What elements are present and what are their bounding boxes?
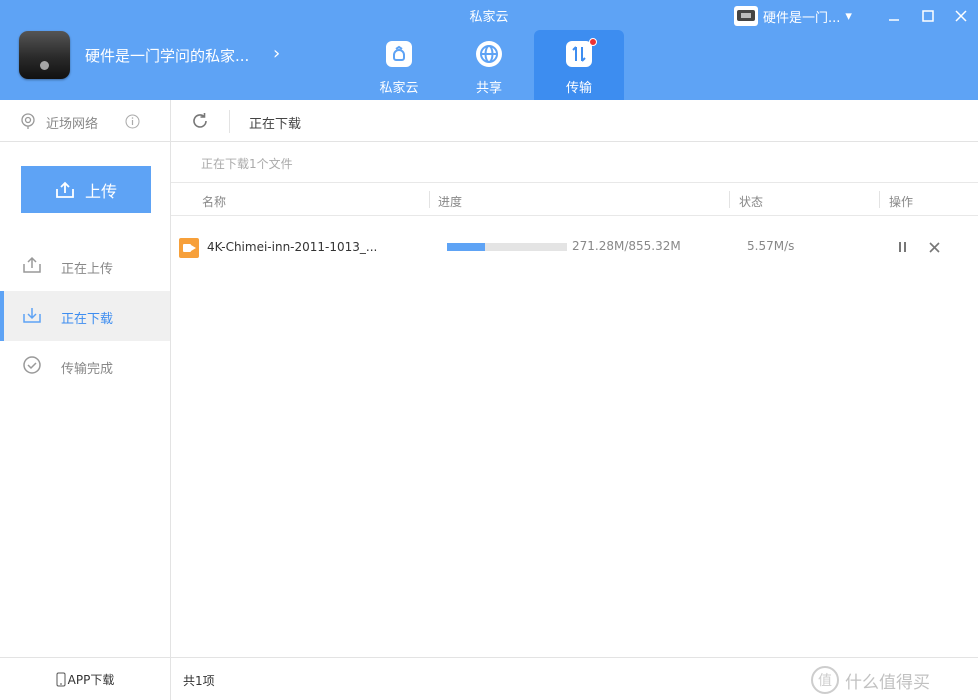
- upload-button-label: 上传: [84, 181, 117, 201]
- column-header-name[interactable]: 名称: [202, 193, 226, 210]
- column-header-status[interactable]: 状态: [739, 193, 763, 210]
- upload-button[interactable]: 上传: [21, 166, 151, 213]
- sidebar-item-label: 正在下载: [61, 312, 114, 327]
- chevron-right-icon[interactable]: ›: [273, 43, 280, 64]
- watermark-logo: 值: [811, 666, 839, 694]
- near-network-icon: [21, 113, 35, 129]
- user-name: 硬件是一门...: [763, 10, 841, 26]
- app-download-link[interactable]: APP下载: [0, 657, 170, 700]
- pause-icon: [899, 242, 906, 252]
- watermark-text: 什么值得买: [845, 672, 930, 693]
- refresh-icon[interactable]: [190, 111, 210, 131]
- tab-private-cloud[interactable]: 私家云: [354, 30, 444, 100]
- pause-button[interactable]: [894, 238, 912, 256]
- table-header: 名称 进度 状态 操作: [171, 182, 978, 216]
- title-bar: 私家云 硬件是一门学问的私家... › 私家云 共享 传输 硬件是一门... ▾: [0, 0, 978, 100]
- user-menu[interactable]: 硬件是一门... ▾: [734, 5, 852, 27]
- file-name: 4K-Chimei-inn-2011-1013_...: [207, 240, 378, 254]
- sidebar: 近场网络 上传 正在上传 正在下载 传输完成 APP下载: [0, 100, 171, 700]
- check-circle-icon: [23, 356, 41, 374]
- download-icon: [23, 308, 41, 323]
- divider: [229, 110, 230, 133]
- close-icon: [928, 241, 940, 253]
- download-summary: 正在下载1个文件: [201, 157, 293, 171]
- progress-bar: [447, 243, 567, 251]
- sidebar-item-label: 正在上传: [61, 262, 114, 277]
- minimize-icon: [889, 19, 899, 21]
- avatar: [734, 6, 758, 26]
- watermark: 值 什么值得买: [811, 663, 976, 697]
- item-count: 共1项: [183, 674, 215, 688]
- table-row[interactable]: 4K-Chimei-inn-2011-1013_... 271.28M/855.…: [171, 228, 978, 266]
- tab-transfer[interactable]: 传输: [534, 30, 624, 100]
- near-network[interactable]: 近场网络: [0, 100, 170, 142]
- cloud-home-icon: [386, 41, 412, 67]
- maximize-button[interactable]: [916, 6, 940, 26]
- minimize-button[interactable]: [882, 6, 906, 26]
- share-globe-icon: [476, 41, 502, 67]
- info-icon[interactable]: [125, 114, 140, 129]
- status-bar: 共1项 值 什么值得买: [171, 657, 978, 700]
- main-panel: 正在下载 正在下载1个文件 名称 进度 状态 操作 4K-Chimei-inn-…: [171, 100, 978, 700]
- upload-icon: [56, 181, 74, 198]
- column-header-progress[interactable]: 进度: [438, 193, 462, 210]
- app-download-label: APP下载: [67, 672, 115, 687]
- tab-label: 私家云: [379, 81, 419, 96]
- video-file-icon: [179, 238, 199, 258]
- maximize-icon: [922, 10, 934, 22]
- chevron-down-icon: ▾: [845, 8, 852, 24]
- toolbar: 正在下载: [171, 100, 978, 142]
- sidebar-item-downloading[interactable]: 正在下载: [0, 291, 170, 341]
- notification-badge: [589, 38, 597, 46]
- download-speed: 5.57M/s: [747, 239, 795, 253]
- device-thumbnail[interactable]: [19, 31, 70, 79]
- upload-icon: [23, 256, 41, 273]
- close-icon: [955, 10, 967, 22]
- progress-size: 271.28M/855.32M: [572, 239, 681, 253]
- column-header-actions: 操作: [889, 195, 914, 209]
- column-divider[interactable]: [729, 191, 730, 208]
- device-name[interactable]: 硬件是一门学问的私家...: [85, 45, 249, 66]
- column-divider[interactable]: [429, 191, 430, 208]
- tab-label: 共享: [475, 81, 502, 96]
- phone-icon: [56, 672, 66, 686]
- cancel-download-button[interactable]: [925, 238, 943, 256]
- tab-label: 传输: [565, 81, 592, 96]
- progress-fill: [447, 243, 486, 251]
- close-button[interactable]: [949, 6, 973, 26]
- near-network-label: 近场网络: [46, 117, 99, 132]
- tab-share[interactable]: 共享: [444, 30, 534, 100]
- sidebar-item-label: 传输完成: [61, 362, 114, 377]
- column-divider[interactable]: [879, 191, 880, 208]
- sidebar-item-uploading[interactable]: 正在上传: [0, 241, 170, 291]
- page-title: 正在下载: [249, 117, 302, 132]
- sidebar-item-completed[interactable]: 传输完成: [0, 341, 170, 391]
